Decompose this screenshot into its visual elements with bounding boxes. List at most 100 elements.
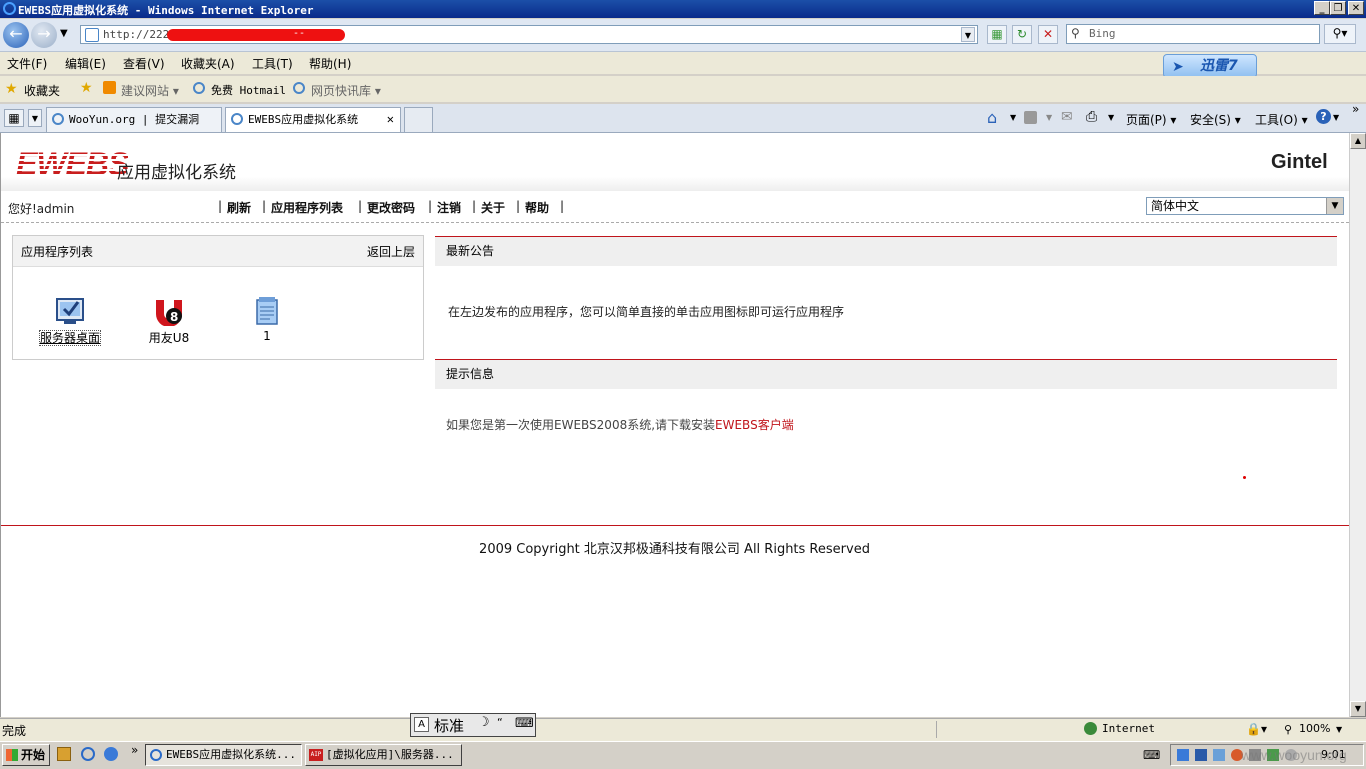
ie-quicklaunch-icon[interactable] xyxy=(81,747,95,761)
search-engine-icon: ⚲ xyxy=(1071,26,1080,40)
scroll-up-icon[interactable]: ▲ xyxy=(1350,133,1366,149)
ime-keyboard-icon[interactable]: ⌨ xyxy=(515,716,534,731)
close-window-button[interactable]: ✕ xyxy=(1348,1,1364,15)
add-favorite-icon[interactable]: ★ xyxy=(80,80,93,96)
system-tray: 9:01 www.wooyun.org xyxy=(1170,744,1364,766)
maximize-button[interactable]: ❐ xyxy=(1330,1,1346,15)
search-input[interactable]: ⚲ Bing xyxy=(1066,24,1320,44)
ewebs-logo: EWEBS xyxy=(16,146,129,182)
tab-label: EWEBS应用虚拟化系统 xyxy=(248,113,359,126)
red-dot xyxy=(1243,476,1246,479)
print-icon[interactable]: ⎙ xyxy=(1086,109,1097,125)
protected-mode-icon[interactable]: 🔒▾ xyxy=(1246,722,1267,736)
tray-icon[interactable] xyxy=(1213,749,1225,761)
history-dropdown-icon[interactable]: ▼ xyxy=(60,28,68,39)
nav-about[interactable]: 关于 xyxy=(481,199,505,216)
tab-wooyun[interactable]: WooYun.org | 提交漏洞 xyxy=(46,107,222,132)
media-player-icon[interactable] xyxy=(104,747,118,761)
refresh-icon[interactable]: ↻ xyxy=(1012,25,1032,44)
ime-mode-label[interactable]: 标准 xyxy=(434,715,464,736)
xunlei-label: 迅雷7 xyxy=(1200,58,1238,74)
notice-title: 最新公告 xyxy=(446,244,495,258)
window-title-bar[interactable]: EWEBS应用虚拟化系统 - Windows Internet Explorer… xyxy=(0,0,1366,18)
feeds-dropdown-icon[interactable]: ▼ xyxy=(1046,113,1052,122)
favorites-item-hotmail[interactable]: 免费 Hotmail xyxy=(211,82,286,98)
address-dropdown-icon[interactable]: ▼ xyxy=(961,27,975,42)
app-item-yonyou-u8[interactable]: 8 用友U8 xyxy=(129,296,209,346)
nav-help[interactable]: 帮助 xyxy=(525,199,549,216)
menu-favorites[interactable]: 收藏夹(A) xyxy=(181,55,235,72)
back-button[interactable]: ← xyxy=(3,22,29,48)
print-dropdown-icon[interactable]: ▼ xyxy=(1108,113,1114,122)
tab-list-dropdown-icon[interactable]: ▼ xyxy=(28,109,42,127)
ie-icon xyxy=(293,82,305,94)
minimize-button[interactable]: _ xyxy=(1314,1,1330,15)
url-tail: -- xyxy=(293,28,306,39)
address-input[interactable]: http://222. -- ▼ xyxy=(80,25,978,44)
zoom-dropdown-icon[interactable]: ▼ xyxy=(1336,725,1342,734)
task-virtual-app[interactable]: AIP [虚拟化应用]\服务器... xyxy=(305,744,462,766)
tab-ewebs[interactable]: EWEBS应用虚拟化系统 ✕ xyxy=(225,107,401,132)
stop-icon[interactable]: ✕ xyxy=(1038,25,1058,44)
menu-file[interactable]: 文件(F) xyxy=(7,55,47,72)
help-dropdown-icon[interactable]: ▼ xyxy=(1333,113,1339,122)
menu-edit[interactable]: 编辑(E) xyxy=(65,55,106,72)
favorites-label[interactable]: 收藏夹 xyxy=(24,82,60,99)
zoom-level[interactable]: 100% xyxy=(1299,722,1330,735)
new-tab-button[interactable] xyxy=(404,107,433,132)
scroll-down-icon[interactable]: ▼ xyxy=(1350,701,1366,717)
favorites-item-suggested[interactable]: 建议网站 ▾ xyxy=(121,82,179,99)
windows-logo-icon xyxy=(6,749,18,761)
app-list-header: 应用程序列表 返回上层 xyxy=(13,236,423,267)
tray-icon[interactable] xyxy=(1195,749,1207,761)
quicklaunch-overflow-icon[interactable]: » xyxy=(131,743,138,757)
task-ewebs-ie[interactable]: EWEBS应用虚拟化系统... xyxy=(145,744,302,766)
mail-icon[interactable]: ✉ xyxy=(1061,109,1073,125)
language-select[interactable]: 简体中文 ▼ xyxy=(1146,197,1344,215)
favorites-star-icon: ★ xyxy=(5,81,18,97)
keyboard-icon[interactable]: ⌨ xyxy=(1143,748,1160,762)
url-text: http://222. xyxy=(103,28,176,41)
close-tab-icon[interactable]: ✕ xyxy=(387,108,394,131)
command-safety[interactable]: 安全(S) ▾ xyxy=(1190,111,1241,128)
xunlei-button[interactable]: ➤ 迅雷7 xyxy=(1163,54,1257,78)
nav-app-list[interactable]: 应用程序列表 xyxy=(271,199,343,216)
feeds-icon[interactable] xyxy=(1024,111,1037,124)
ime-halfwidth-icon[interactable]: ☽ xyxy=(478,715,490,730)
menu-tools[interactable]: 工具(T) xyxy=(252,55,293,72)
show-desktop-icon[interactable] xyxy=(57,747,71,761)
start-label: 开始 xyxy=(21,748,46,762)
ime-punctuation-icon[interactable]: “ xyxy=(497,716,503,729)
compat-view-icon[interactable]: ▦ xyxy=(987,25,1007,44)
tips-text: 如果您是第一次使用EWEBS2008系统,请下载安装 xyxy=(446,418,716,432)
home-dropdown-icon[interactable]: ▼ xyxy=(1010,113,1016,122)
vertical-scrollbar[interactable]: ▲ ▼ xyxy=(1349,133,1366,717)
nav-separator: | xyxy=(358,199,363,213)
toolbar-overflow-icon[interactable]: » xyxy=(1352,102,1359,116)
quick-tabs-icon[interactable]: ▦ xyxy=(4,109,24,127)
command-page[interactable]: 页面(P) ▾ xyxy=(1126,111,1176,128)
start-button[interactable]: 开始 xyxy=(2,744,50,766)
menu-help[interactable]: 帮助(H) xyxy=(309,55,351,72)
taskbar: 开始 » EWEBS应用虚拟化系统... AIP [虚拟化应用]\服务器... … xyxy=(0,741,1366,769)
notice-text: 在左边发布的应用程序，您可以简单直接的单击应用图标即可运行应用程序 xyxy=(448,305,845,319)
chevron-down-icon[interactable]: ▼ xyxy=(1326,198,1343,214)
nav-change-password[interactable]: 更改密码 xyxy=(367,199,415,216)
home-icon[interactable]: ⌂ xyxy=(987,108,997,127)
nav-logout[interactable]: 注销 xyxy=(437,199,461,216)
nav-refresh[interactable]: 刷新 xyxy=(227,199,251,216)
help-icon[interactable]: ? xyxy=(1316,109,1331,124)
nav-separator: | xyxy=(560,199,565,213)
favorites-item-webslice[interactable]: 网页快讯库 ▾ xyxy=(311,82,381,99)
app-item-1[interactable]: 1 xyxy=(227,296,307,343)
client-download-link[interactable]: EWEBS客户端 xyxy=(715,418,794,432)
back-link[interactable]: 返回上层 xyxy=(367,243,415,260)
app-item-server-desktop[interactable]: 服务器桌面 xyxy=(30,296,110,346)
search-button[interactable]: ⚲▾ xyxy=(1324,24,1356,44)
menu-view[interactable]: 查看(V) xyxy=(123,55,165,72)
command-tools[interactable]: 工具(O) ▾ xyxy=(1255,111,1308,128)
zoom-icon[interactable]: ⚲ xyxy=(1284,723,1292,736)
tray-icon[interactable] xyxy=(1177,749,1189,761)
ime-toolbar[interactable]: A 标准 ☽ “ ⌨ xyxy=(410,713,536,737)
forward-button[interactable]: → xyxy=(31,22,57,48)
